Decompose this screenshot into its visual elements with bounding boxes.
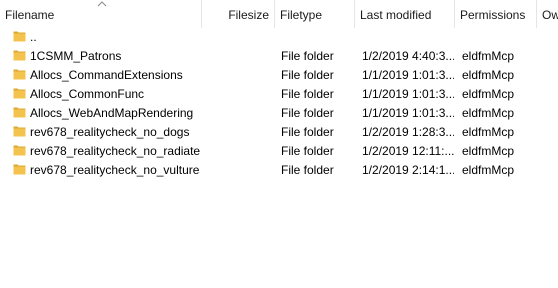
folder-icon — [13, 164, 26, 175]
file-row[interactable]: 1CSMM_Patrons File folder 1/2/2019 4:40:3.… — [0, 46, 558, 65]
column-header-filename-label: Filename — [5, 8, 55, 22]
file-row[interactable]: .. — [0, 27, 558, 46]
file-modified: 1/2/2019 2:14:1... — [362, 163, 454, 177]
file-type: File folder — [281, 49, 334, 63]
file-permissions: eldfmMcp — [462, 106, 515, 120]
file-row[interactable]: rev678_realitycheck_no_dogs File folder 1/… — [0, 122, 558, 141]
file-type: File folder — [281, 125, 334, 139]
folder-icon — [13, 145, 26, 156]
file-permissions — [462, 27, 532, 46]
file-permissions: eldfmMcp — [462, 68, 515, 82]
column-header-permissions-label: Permissions — [460, 8, 526, 22]
file-permissions: eldfmMcp — [462, 163, 515, 177]
file-modified: 1/1/2019 1:01:3... — [362, 87, 454, 101]
file-type: File folder — [281, 87, 334, 101]
file-name: 1CSMM_Patrons — [30, 49, 122, 63]
column-header-filesize-label: Filesize — [228, 8, 269, 22]
file-modified: 1/2/2019 1:28:3... — [362, 125, 454, 139]
file-modified: 1/1/2019 1:01:3... — [362, 106, 454, 120]
column-header-permissions[interactable]: Permissions — [455, 0, 537, 28]
file-row[interactable]: rev678_realitycheck_no_radiated File fold… — [0, 141, 558, 160]
file-modified: 1/2/2019 12:11:... — [362, 144, 454, 158]
file-row[interactable]: Allocs_CommonFunc File folder 1/1/2019 1:0… — [0, 84, 558, 103]
column-header-last-modified[interactable]: Last modified — [355, 0, 455, 28]
column-header-owner-label: Ow — [542, 8, 558, 22]
file-row[interactable]: Allocs_CommandExtensions File folder 1/1/2… — [0, 65, 558, 84]
folder-icon — [13, 107, 26, 118]
column-header-filetype[interactable]: Filetype — [275, 0, 355, 28]
file-name: Allocs_WebAndMapRendering — [30, 106, 194, 120]
column-header-last-modified-label: Last modified — [360, 8, 432, 22]
file-type: File folder — [281, 106, 334, 120]
file-name: rev678_realitycheck_no_vultures — [30, 163, 200, 177]
remote-file-list: Filename Filesize Filetype Last modified… — [0, 0, 558, 288]
file-permissions: eldfmMcp — [462, 144, 515, 158]
sort-ascending-icon — [97, 1, 107, 7]
file-name: Allocs_CommonFunc — [30, 87, 145, 101]
file-name: .. — [30, 30, 37, 44]
folder-icon — [13, 50, 26, 61]
file-rows: .. 1CSMM_Patrons File folder 1/2/2019 4:40:… — [0, 27, 558, 179]
column-header-filename[interactable]: Filename — [0, 0, 202, 28]
file-modified: 1/1/2019 1:01:3... — [362, 68, 454, 82]
folder-icon — [13, 31, 26, 42]
file-type: File folder — [281, 163, 334, 177]
column-header-filesize[interactable]: Filesize — [202, 0, 275, 28]
folder-icon — [13, 88, 26, 99]
file-permissions: eldfmMcp — [462, 125, 515, 139]
file-name: rev678_realitycheck_no_dogs — [30, 125, 190, 139]
file-type: File folder — [281, 144, 334, 158]
column-header-owner[interactable]: Ow — [537, 0, 558, 28]
file-row[interactable]: Allocs_WebAndMapRendering File folder 1/1/… — [0, 103, 558, 122]
file-name: rev678_realitycheck_no_radiated — [30, 144, 200, 158]
column-header-bar: Filename Filesize Filetype Last modified… — [0, 0, 558, 28]
file-type — [281, 27, 353, 46]
folder-icon — [13, 69, 26, 80]
file-modified: 1/2/2019 4:40:3... — [362, 49, 454, 63]
folder-icon — [13, 126, 26, 137]
file-permissions: eldfmMcp — [462, 49, 515, 63]
file-type: File folder — [281, 68, 334, 82]
column-header-filetype-label: Filetype — [280, 8, 323, 22]
file-row[interactable]: rev678_realitycheck_no_vultures File fold… — [0, 160, 558, 179]
file-modified — [362, 27, 454, 46]
file-permissions: eldfmMcp — [462, 87, 515, 101]
file-name: Allocs_CommandExtensions — [30, 68, 183, 82]
